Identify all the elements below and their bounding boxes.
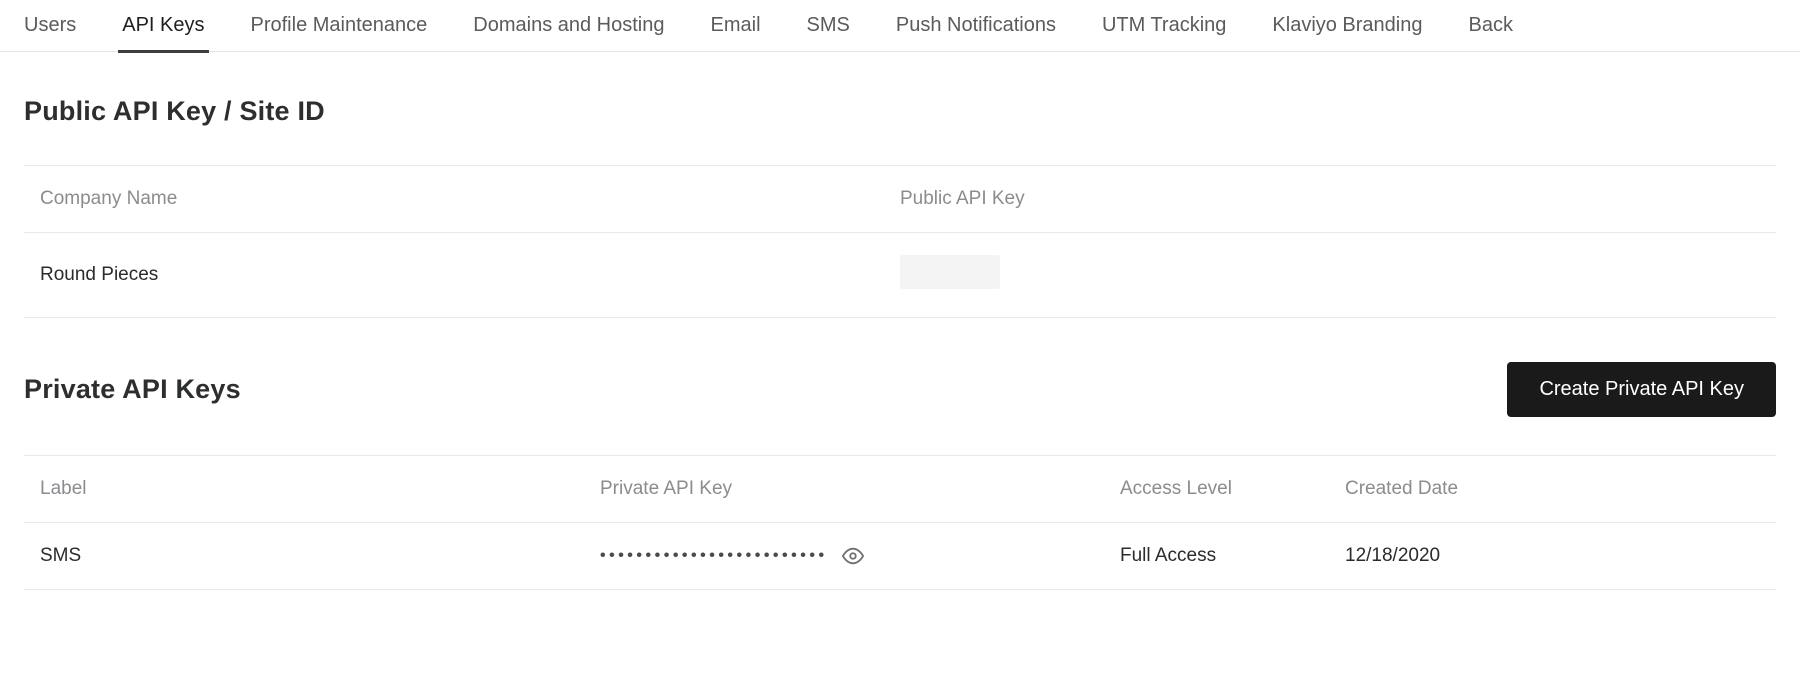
eye-icon[interactable] <box>842 545 864 567</box>
tab-utm-tracking[interactable]: UTM Tracking <box>1102 0 1226 52</box>
private-api-key-cell: ••••••••••••••••••••••••• <box>600 545 1120 567</box>
col-company-name: Company Name <box>40 188 900 210</box>
public-api-key-value <box>900 255 1760 295</box>
tab-sms[interactable]: SMS <box>807 0 850 52</box>
redacted-key-icon <box>900 255 1000 289</box>
create-private-api-key-button[interactable]: Create Private API Key <box>1507 362 1776 417</box>
table-header: Label Private API Key Access Level Creat… <box>24 455 1776 523</box>
public-api-key-title: Public API Key / Site ID <box>24 96 325 127</box>
col-label: Label <box>40 478 600 500</box>
table-row: Round Pieces <box>24 233 1776 318</box>
private-api-keys-table: Label Private API Key Access Level Creat… <box>24 455 1776 590</box>
tab-email[interactable]: Email <box>711 0 761 52</box>
key-label-value: SMS <box>40 545 600 567</box>
table-header: Company Name Public API Key <box>24 165 1776 233</box>
tab-back[interactable]: Back <box>1469 0 1513 52</box>
company-name-value: Round Pieces <box>40 264 900 286</box>
tab-klaviyo-branding[interactable]: Klaviyo Branding <box>1272 0 1422 52</box>
tab-push-notifications[interactable]: Push Notifications <box>896 0 1056 52</box>
col-access-level: Access Level <box>1120 478 1345 500</box>
col-private-api-key: Private API Key <box>600 478 1120 500</box>
tab-users[interactable]: Users <box>24 0 76 52</box>
settings-tabs: Users API Keys Profile Maintenance Domai… <box>0 0 1800 52</box>
tab-api-keys[interactable]: API Keys <box>122 0 204 52</box>
private-api-keys-title: Private API Keys <box>24 374 241 405</box>
tab-profile-maintenance[interactable]: Profile Maintenance <box>251 0 428 52</box>
private-api-keys-section: Private API Keys Create Private API Key … <box>0 318 1800 590</box>
col-public-api-key: Public API Key <box>900 188 1760 210</box>
created-date-value: 12/18/2020 <box>1345 545 1760 567</box>
public-api-key-section: Public API Key / Site ID Company Name Pu… <box>0 52 1800 318</box>
masked-key-value: ••••••••••••••••••••••••• <box>600 548 828 564</box>
tab-domains-hosting[interactable]: Domains and Hosting <box>473 0 664 52</box>
public-api-key-table: Company Name Public API Key Round Pieces <box>24 165 1776 318</box>
table-row: SMS ••••••••••••••••••••••••• Full Acces… <box>24 523 1776 590</box>
access-level-value: Full Access <box>1120 545 1345 567</box>
col-created-date: Created Date <box>1345 478 1760 500</box>
